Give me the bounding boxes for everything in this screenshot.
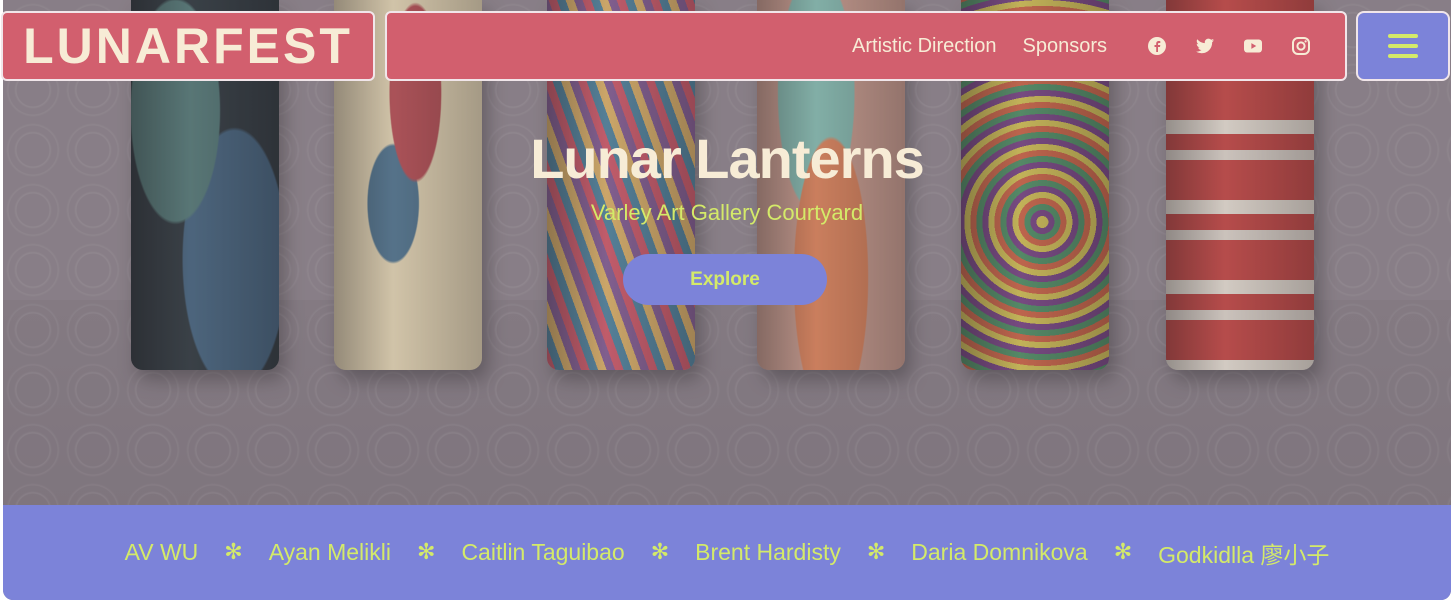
nav-artistic-direction[interactable]: Artistic Direction [852,35,996,58]
menu-button[interactable] [1356,11,1450,81]
hamburger-menu-icon[interactable] [1388,34,1418,58]
separator-icon: ✻ [417,540,436,565]
artist-link[interactable]: Brent Hardisty [695,539,841,566]
hero-subtitle: Varley Art Gallery Courtyard [590,200,864,225]
artist-link[interactable]: Caitlin Taguibao [461,539,624,566]
separator-icon: ✻ [1113,540,1133,565]
youtube-icon[interactable] [1244,37,1262,55]
artist-link[interactable]: Ayan Melikli [269,539,391,566]
twitter-icon[interactable] [1196,37,1214,55]
top-nav: Artistic Direction Sponsors [385,11,1347,81]
nav-sponsors[interactable]: Sponsors [1023,35,1108,58]
artist-link[interactable]: Godkidlla 廖小子 [1158,536,1329,570]
explore-button[interactable]: Explore [623,254,827,305]
separator-icon: ✻ [866,540,886,565]
artist-link[interactable]: Daria Domnikova [911,539,1087,566]
artist-link[interactable]: AV WU [125,539,199,566]
separator-icon: ✻ [650,540,670,565]
hero-title: Lunar Lanterns [530,127,925,190]
separator-icon: ✻ [224,540,243,565]
logo-container[interactable]: LUNARFEST [1,11,375,81]
artist-list: AV WU ✻ Ayan Melikli ✻ Caitlin Taguibao … [3,505,1451,600]
page: Lunar Lanterns Varley Art Gallery Courty… [3,0,1451,600]
facebook-icon[interactable] [1148,37,1166,55]
instagram-icon[interactable] [1292,37,1310,55]
site-logo[interactable]: LUNARFEST [23,17,353,75]
